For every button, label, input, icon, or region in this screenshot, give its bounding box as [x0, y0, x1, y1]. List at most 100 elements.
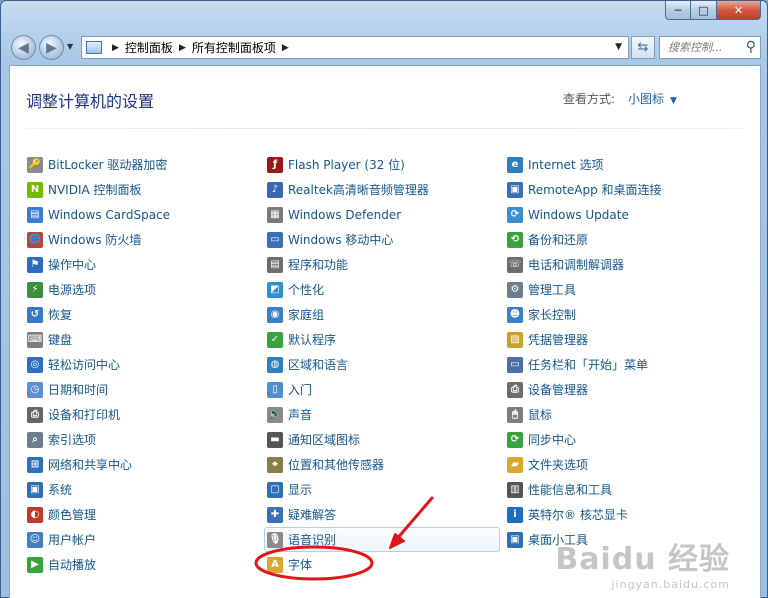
control-panel-item-label: Windows Update	[528, 207, 629, 222]
refresh-button[interactable]: ⇆	[631, 36, 655, 59]
control-panel-item[interactable]: 🔈 声音	[264, 402, 500, 427]
control-panel-item[interactable]: ▯ 入门	[264, 377, 500, 402]
personalization-icon: ◩	[267, 281, 283, 298]
remoteapp-icon: ▣	[507, 181, 523, 198]
control-panel-item[interactable]: ⟳ 同步中心	[504, 427, 740, 452]
desktop-gadgets-icon: ▣	[507, 531, 523, 548]
control-panel-item-label: Windows 移动中心	[288, 233, 394, 247]
control-panel-item[interactable]: i 英特尔® 核芯显卡	[504, 502, 740, 527]
action-center-flag-icon: ⚑	[27, 256, 43, 273]
control-panel-item[interactable]: ⌖ 位置和其他传感器	[264, 452, 500, 477]
control-panel-item[interactable]: ↺ 恢复	[24, 302, 260, 327]
view-by-dropdown[interactable]: 小图标 ▼	[628, 90, 677, 107]
control-panel-item[interactable]: ◎ 轻松访问中心	[24, 352, 260, 377]
control-panel-item-label: 区域和语言	[288, 358, 349, 372]
breadcrumb-separator-icon[interactable]: ▶	[282, 43, 289, 53]
control-panel-item[interactable]: ⎙ 设备和打印机	[24, 402, 260, 427]
breadcrumb-all-items[interactable]: 所有控制面板项	[192, 39, 276, 56]
watermark-line-2: jingyan.baidu.com	[611, 578, 730, 591]
control-panel-item[interactable]: ⊞ 网络和共享中心	[24, 452, 260, 477]
control-panel-item[interactable]: ▦ Windows Defender	[264, 202, 500, 227]
parental-controls-icon: ☻	[507, 306, 523, 323]
cardspace-icon: ▤	[27, 206, 43, 223]
control-panel-item[interactable]: ⟳ Windows Update	[504, 202, 740, 227]
address-bar[interactable]: ▶ 控制面板 ▶ 所有控制面板项 ▶ ▼	[81, 36, 629, 59]
control-panel-item[interactable]: ⚑ 操作中心	[24, 252, 260, 277]
control-panel-item[interactable]: 🎙 语音识别	[264, 527, 500, 552]
close-button[interactable]: ✕	[717, 1, 761, 20]
control-panel-item[interactable]: ▣ RemoteApp 和桌面连接	[504, 177, 740, 202]
control-panel-item[interactable]: ◍ 区域和语言	[264, 352, 500, 377]
control-panel-item[interactable]: 🌐 Windows 防火墙	[24, 227, 260, 252]
control-panel-item[interactable]: ▢ 显示	[264, 477, 500, 502]
control-panel-item[interactable]: ⌕ 索引选项	[24, 427, 260, 452]
control-panel-item[interactable]: ▧ 凭据管理器	[504, 327, 740, 352]
taskbar-start-menu-icon: ▭	[507, 356, 523, 373]
color-management-icon: ◐	[27, 506, 43, 523]
control-panel-item[interactable]: ⟲ 备份和还原	[504, 227, 740, 252]
back-button[interactable]: ◀	[11, 35, 36, 60]
control-panel-item-label: 声音	[288, 408, 313, 422]
control-panel-item[interactable]: ◩ 个性化	[264, 277, 500, 302]
control-panel-item-label: 个性化	[288, 283, 325, 297]
control-panel-item[interactable]: ▤ Windows CardSpace	[24, 202, 260, 227]
control-panel-item[interactable]: ◐ 颜色管理	[24, 502, 260, 527]
breadcrumb-control-panel[interactable]: 控制面板	[125, 39, 173, 56]
control-panel-item-label: 用户帐户	[48, 533, 97, 547]
control-panel-item[interactable]: ♪ Realtek高清晰音频管理器	[264, 177, 500, 202]
control-panel-item[interactable]: ▣ 系统	[24, 477, 260, 502]
breadcrumb-separator-icon[interactable]: ▶	[179, 43, 186, 53]
view-by-label: 查看方式:	[563, 92, 616, 106]
forward-button[interactable]: ▶	[39, 35, 64, 60]
search-icon[interactable]: ⚲	[746, 39, 756, 55]
control-panel-item[interactable]: 🖱 鼠标	[504, 402, 740, 427]
control-panel-item[interactable]: ▶ 自动播放	[24, 552, 260, 577]
address-dropdown-icon[interactable]: ▼	[615, 42, 622, 52]
control-panel-item[interactable]: ☏ 电话和调制解调器	[504, 252, 740, 277]
control-panel-item-label: 位置和其他传感器	[288, 458, 385, 472]
control-panel-item[interactable]: ✓ 默认程序	[264, 327, 500, 352]
control-panel-item-label: 家长控制	[528, 308, 577, 322]
control-panel-item[interactable]: ◷ 日期和时间	[24, 377, 260, 402]
control-panel-item[interactable]: ▤ 程序和功能	[264, 252, 500, 277]
internet-options-icon: e	[507, 156, 523, 173]
maximize-button[interactable]: □	[691, 1, 717, 20]
control-panel-item-label: 网络和共享中心	[48, 458, 133, 472]
control-panel-item[interactable]: ⎙ 设备管理器	[504, 377, 740, 402]
control-panel-item[interactable]: ⌨ 键盘	[24, 327, 260, 352]
printer-icon: ⎙	[27, 406, 43, 423]
folder-options-icon: ▰	[507, 456, 523, 473]
search-input[interactable]	[668, 41, 738, 54]
control-panel-item[interactable]: e Internet 选项	[504, 152, 740, 177]
arrow-right-icon: ▶	[46, 39, 57, 56]
search-box[interactable]: ⚲	[659, 36, 761, 59]
control-panel-item[interactable]: A 字体	[264, 552, 500, 577]
region-language-icon: ◍	[267, 356, 283, 373]
windows-update-icon: ⟳	[507, 206, 523, 223]
microphone-icon: 🎙	[267, 531, 283, 548]
control-panel-item[interactable]: ▭ 任务栏和「开始」菜单	[504, 352, 740, 377]
control-panel-item[interactable]: ▰ 文件夹选项	[504, 452, 740, 477]
watermark-logo: Baidu 经验 jingyan.baidu.com	[555, 534, 730, 591]
control-panel-item[interactable]: ▥ 性能信息和工具	[504, 477, 740, 502]
control-panel-item[interactable]: ⚙ 管理工具	[504, 277, 740, 302]
control-panel-item-label: 恢复	[48, 308, 73, 322]
realtek-audio-icon: ♪	[267, 181, 283, 198]
control-panel-item[interactable]: ƒ Flash Player (32 位)	[264, 152, 500, 177]
control-panel-item[interactable]: ✚ 疑难解答	[264, 502, 500, 527]
control-panel-item[interactable]: ▭ Windows 移动中心	[264, 227, 500, 252]
recent-pages-dropdown[interactable]: ▼	[67, 42, 73, 51]
control-panel-item[interactable]: ☺ 用户帐户	[24, 527, 260, 552]
control-panel-item-label: Windows CardSpace	[48, 207, 171, 222]
control-panel-item[interactable]: ⚡ 电源选项	[24, 277, 260, 302]
minimize-button[interactable]: ─	[665, 1, 691, 20]
control-panel-item[interactable]: 🔑 BitLocker 驱动器加密	[24, 152, 260, 177]
control-panel-item[interactable]: ▬ 通知区域图标	[264, 427, 500, 452]
control-panel-item[interactable]: ☻ 家长控制	[504, 302, 740, 327]
flash-player-icon: ƒ	[267, 156, 283, 173]
items-column-1: 🔑 BitLocker 驱动器加密 N NVIDIA 控制面板 ▤ Windows Car…	[24, 152, 260, 577]
control-panel-item[interactable]: N NVIDIA 控制面板	[24, 177, 260, 202]
control-panel-item[interactable]: ◉ 家庭组	[264, 302, 500, 327]
sound-icon: 🔈	[267, 406, 283, 423]
breadcrumb-separator-icon[interactable]: ▶	[112, 43, 119, 53]
